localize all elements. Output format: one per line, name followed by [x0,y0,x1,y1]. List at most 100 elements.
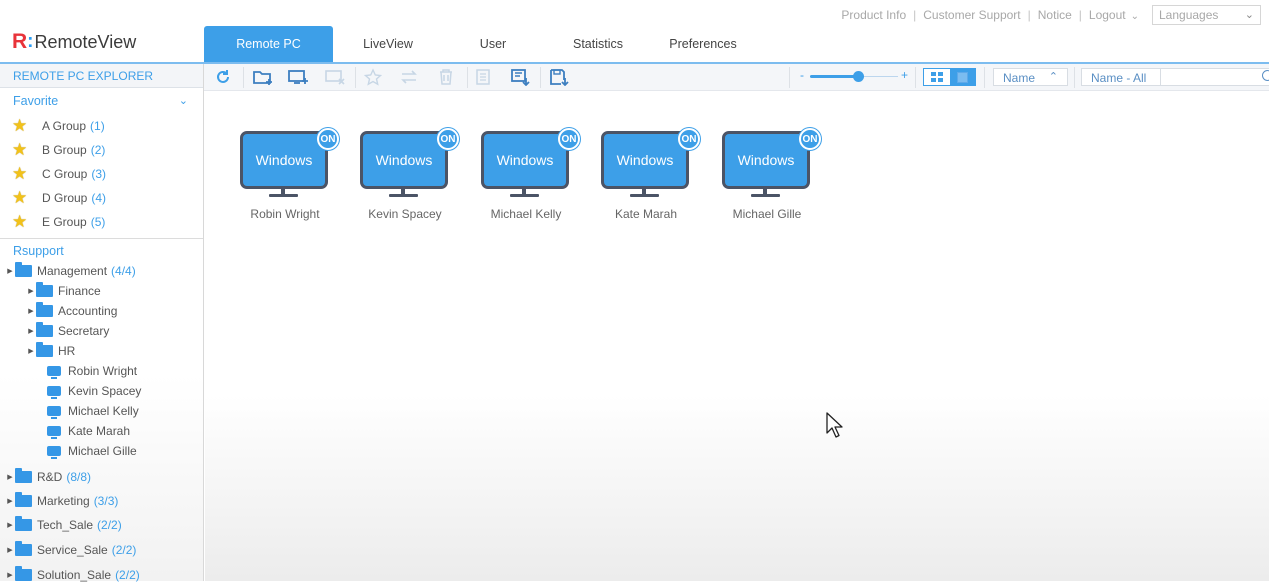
languages-select[interactable]: Languages ⌄ [1152,5,1261,25]
expand-arrow-icon[interactable]: ▶ [5,546,15,554]
tree-folder-marketing[interactable]: ▶ Marketing (3/3) [0,489,203,513]
expand-arrow-icon[interactable]: ▶ [5,267,15,275]
expand-arrow-icon[interactable]: ▶ [5,571,15,579]
logo-separator: : [27,31,34,52]
chevron-down-icon[interactable]: ⌄ [179,88,188,114]
expand-arrow-icon[interactable]: ▶ [5,473,15,481]
folder-icon [15,541,32,556]
save-icon[interactable] [548,67,570,87]
pc-card[interactable]: Windows ON Robin Wright [230,128,340,221]
pc-name: Michael Gille [68,444,137,458]
toolbar-divider [789,67,790,88]
tab-user-management[interactable]: User Management [443,26,543,87]
favorite-icon [362,67,384,87]
tab-remote-pc[interactable]: Remote PC [204,26,333,62]
tree-pc-michael-gille[interactable]: Michael Gille [0,441,203,461]
zoom-out-button[interactable]: - [800,68,804,82]
folder-icon [36,342,53,357]
monitor-icon: Windows ON [601,128,700,197]
star-icon: ★ [12,212,28,231]
expand-arrow-icon[interactable]: ▶ [5,521,15,529]
search-icon[interactable] [1262,70,1269,81]
folder-icon [36,282,53,297]
pc-icon [47,446,61,459]
os-label: Windows [722,131,810,189]
pc-name: Michael Gille [732,207,802,221]
expand-arrow-icon[interactable]: ▶ [5,497,15,505]
sort-ascending-icon[interactable]: ⌃ [1049,70,1058,83]
list-view-button[interactable] [949,69,975,85]
chevron-down-icon[interactable]: ⌄ [1131,11,1139,22]
group-count: (2) [90,143,106,157]
delete-icon [435,67,457,87]
tree-folder-service-sale[interactable]: ▶ Service_Sale (2/2) [0,537,203,563]
add-pc-icon[interactable] [287,67,309,87]
notice-link[interactable]: Notice [1038,8,1072,22]
folder-name: Solution_Sale [37,568,112,582]
pc-card[interactable]: Windows ON Kate Marah [591,128,701,221]
filter-label: Name - All [1091,71,1147,85]
logout-link[interactable]: Logout [1089,8,1126,22]
folder-count: (8/8) [66,470,92,484]
expand-arrow-icon[interactable]: ▶ [26,307,36,315]
tree-folder-rd[interactable]: ▶ R&D (8/8) [0,465,203,489]
folder-name: Secretary [58,324,110,338]
tree-folder-tech-sale[interactable]: ▶ Tech_Sale (2/2) [0,513,203,537]
pc-icon [47,386,61,399]
favorite-group-e[interactable]: ★ E Group (5) [0,210,203,234]
tree-folder-solution-sale[interactable]: ▶ Solution_Sale (2/2) [0,563,203,587]
tree-pc-kevin-spacey[interactable]: Kevin Spacey [0,381,203,401]
favorite-group-d[interactable]: ★ D Group (4) [0,186,203,210]
tab-preferences[interactable]: Preferences [653,26,753,62]
tree-pc-michael-kelly[interactable]: Michael Kelly [0,401,203,421]
monitor-base [269,194,298,197]
sort-select[interactable]: Name ⌃ [993,68,1068,86]
remove-pc-icon [324,67,346,87]
group-name: D Group [42,191,88,205]
pc-name: Michael Kelly [490,207,562,221]
expand-arrow-icon[interactable]: ▶ [26,327,36,335]
folder-count: (2/2) [115,568,140,582]
monitor-icon: Windows ON [360,128,459,197]
org-root-label[interactable]: Rsupport [0,241,203,261]
tree-pc-kate-marah[interactable]: Kate Marah [0,421,203,441]
monitor-icon: Windows ON [481,128,580,197]
zoom-handle[interactable] [852,71,864,82]
toolbar-divider [984,67,985,88]
logo[interactable]: R: RemoteView [12,30,136,53]
search-input[interactable] [1161,68,1269,86]
expand-arrow-icon[interactable]: ▶ [26,287,36,295]
favorite-group-c[interactable]: ★ C Group (3) [0,162,203,186]
add-group-icon[interactable] [252,67,274,87]
toolbar-divider [540,67,541,88]
favorite-group-b[interactable]: ★ B Group (2) [0,138,203,162]
status-badge: ON [799,128,821,150]
tree-folder-accounting[interactable]: ▶ Accounting [0,301,203,321]
expand-arrow-icon[interactable]: ▶ [26,347,36,355]
favorite-group-a[interactable]: ★ A Group (1) [0,114,203,138]
refresh-icon[interactable] [212,67,234,87]
divider: | [1078,8,1082,22]
export-icon[interactable] [509,67,531,87]
grid-view-button[interactable] [924,69,950,85]
folder-icon [36,322,53,337]
product-info-link[interactable]: Product Info [841,8,906,22]
pc-icon [47,366,61,379]
pc-card[interactable]: Windows ON Michael Gille [712,128,822,221]
favorite-header[interactable]: Favorite ⌄ [0,88,203,114]
tree-folder-finance[interactable]: ▶ Finance [0,281,203,301]
customer-support-link[interactable]: Customer Support [923,8,1020,22]
pc-card[interactable]: Windows ON Kevin Spacey [350,128,460,221]
zoom-slider[interactable]: - + [798,68,910,84]
tree-pc-robin-wright[interactable]: Robin Wright [0,361,203,381]
zoom-in-button[interactable]: + [901,68,908,82]
tree-folder-secretary[interactable]: ▶ Secretary [0,321,203,341]
tab-liveview[interactable]: LiveView [333,26,443,62]
os-label: Windows [240,131,328,189]
filter-select[interactable]: Name - All [1081,68,1161,86]
divider: | [1027,8,1031,22]
pc-card[interactable]: Windows ON Michael Kelly [471,128,581,221]
tree-folder-management[interactable]: ▶ Management (4/4) [0,261,203,281]
tree-folder-hr[interactable]: ▶ HR [0,341,203,361]
tab-statistics[interactable]: Statistics [543,26,653,62]
